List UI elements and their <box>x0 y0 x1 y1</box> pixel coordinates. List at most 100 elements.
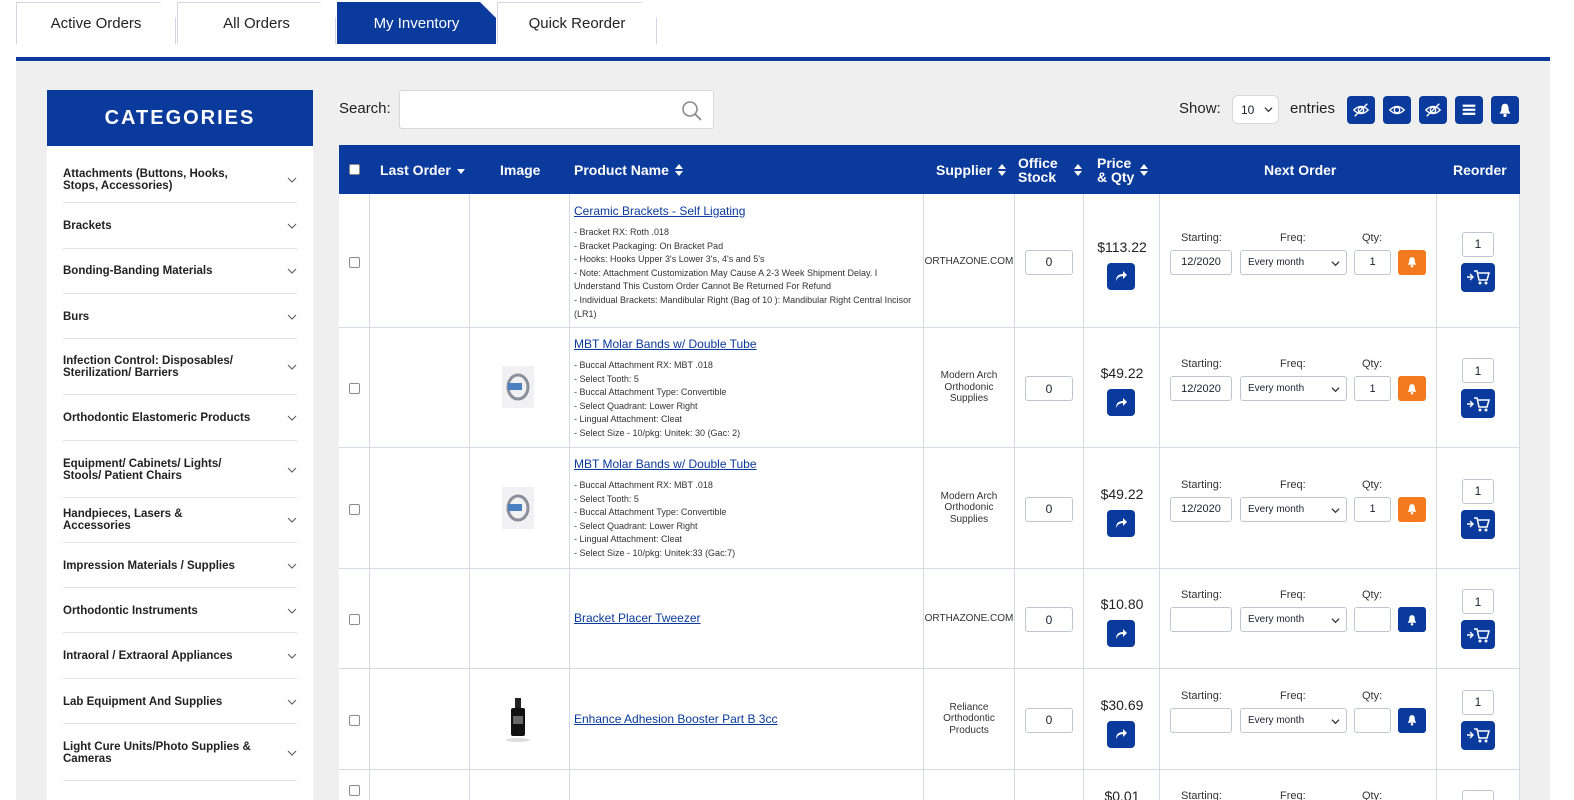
reminder-button[interactable] <box>1398 707 1426 733</box>
show-columns-button[interactable] <box>1383 96 1411 124</box>
starting-label: Starting: <box>1181 478 1222 491</box>
next-qty-input[interactable] <box>1354 707 1391 733</box>
add-to-cart-button[interactable] <box>1461 620 1495 649</box>
starting-date-input[interactable] <box>1170 607 1232 632</box>
cart-icon <box>1467 728 1490 743</box>
col-price-qty[interactable]: Price & Qty <box>1097 145 1149 194</box>
add-to-cart-button[interactable] <box>1461 389 1495 418</box>
reorder-qty-input[interactable]: 1 <box>1462 231 1494 257</box>
entries-select[interactable]: 10 <box>1232 95 1279 124</box>
category-item[interactable]: Equipment/ Cabinets/ Lights/ Stools/ Pat… <box>63 442 297 498</box>
list-view-button[interactable] <box>1455 96 1483 124</box>
add-to-cart-button[interactable] <box>1461 509 1495 539</box>
row-checkbox[interactable] <box>349 383 360 394</box>
product-name-link[interactable]: Ceramic Brackets - Self Ligating <box>574 204 745 218</box>
starting-date-input[interactable]: 12/2020 <box>1170 496 1232 522</box>
reminder-button[interactable] <box>1398 496 1426 522</box>
frequency-select[interactable]: Every month <box>1240 707 1347 733</box>
reorder-qty-input[interactable]: 1 <box>1462 358 1494 383</box>
office-stock-input[interactable]: 0 <box>1025 607 1073 632</box>
col-label: Office Stock <box>1018 156 1058 184</box>
row-checkbox[interactable] <box>349 503 360 515</box>
cart-icon <box>1467 517 1490 532</box>
category-item[interactable]: Intraoral / Extraoral Appliances <box>63 634 297 679</box>
category-item[interactable]: Burs <box>63 295 297 339</box>
tab-all-orders[interactable]: All Orders <box>177 2 336 44</box>
category-item[interactable]: Attachments (Buttons, Hooks, Stops, Acce… <box>63 158 297 203</box>
search-icon[interactable] <box>681 100 703 122</box>
notifications-button[interactable] <box>1491 96 1519 124</box>
share-button[interactable] <box>1107 620 1135 647</box>
share-button[interactable] <box>1107 262 1135 290</box>
col-office-stock[interactable]: Office Stock <box>1018 145 1082 194</box>
category-item[interactable]: Lab Equipment And Supplies <box>63 680 297 724</box>
product-name-link[interactable]: MBT Molar Bands w/ Double Tube <box>574 457 757 471</box>
starting-date-input[interactable]: 12/2020 <box>1170 376 1232 401</box>
category-item[interactable]: Orthodontic Instruments <box>63 589 297 633</box>
row-checkbox[interactable] <box>349 614 360 625</box>
category-item[interactable]: Handpieces, Lasers & Accessories <box>63 498 297 543</box>
next-qty-input[interactable] <box>1354 607 1391 632</box>
frequency-select[interactable]: Every month <box>1240 376 1347 401</box>
reminder-button[interactable] <box>1398 249 1426 275</box>
col-supplier[interactable]: Supplier <box>936 145 1007 194</box>
starting-date-input[interactable]: 12/2020 <box>1170 249 1232 275</box>
col-last-order[interactable]: Last Order <box>380 145 465 194</box>
product-option: - Buccal Attachment RX: MBT .018 <box>574 360 713 370</box>
reorder-qty-input[interactable]: 1 <box>1462 689 1494 715</box>
hide-columns-button[interactable] <box>1347 96 1375 124</box>
select-all-checkbox[interactable] <box>349 164 360 175</box>
next-qty-input[interactable]: 1 <box>1354 249 1391 275</box>
add-to-cart-button[interactable] <box>1461 720 1495 750</box>
category-label: Orthodontic Instruments <box>63 604 198 617</box>
share-button[interactable] <box>1107 509 1135 537</box>
office-stock-input[interactable]: 0 <box>1025 707 1073 733</box>
share-button[interactable] <box>1107 720 1135 748</box>
category-item[interactable]: Light Cure Units/Photo Supplies & Camera… <box>63 725 297 781</box>
category-item[interactable]: Brackets <box>63 204 297 249</box>
next-qty-input[interactable]: 1 <box>1354 496 1391 522</box>
reorder-qty-input[interactable]: 1 <box>1462 478 1494 504</box>
chevron-down-icon <box>1331 718 1340 724</box>
product-option: - Note: Attachment Customization May Cau… <box>574 267 878 292</box>
tab-my-inventory[interactable]: My Inventory <box>337 2 496 44</box>
row-checkbox[interactable] <box>349 785 360 796</box>
product-option: - Select Tooth: 5 <box>574 373 639 384</box>
search-input[interactable] <box>400 91 660 128</box>
reorder-qty-input[interactable] <box>1462 790 1494 800</box>
category-item[interactable]: Orthodontic Elastomeric Products <box>63 396 297 441</box>
category-item[interactable]: Infection Control: Disposables/ Steriliz… <box>63 340 297 395</box>
tab-quick-reorder[interactable]: Quick Reorder <box>497 2 657 44</box>
product-name-link[interactable]: Bracket Placer Tweezer <box>574 611 701 625</box>
category-item[interactable]: Impression Materials / Supplies <box>63 544 297 588</box>
product-name-link[interactable]: MBT Molar Bands w/ Double Tube <box>574 337 757 351</box>
next-qty-input[interactable]: 1 <box>1354 376 1391 401</box>
reminder-button[interactable] <box>1398 376 1426 401</box>
row-checkbox[interactable] <box>349 256 360 268</box>
share-button[interactable] <box>1107 389 1135 416</box>
supplier-name: ORTHAZONE.COM <box>924 613 1014 624</box>
chevron-down-icon <box>287 268 297 274</box>
reminder-button[interactable] <box>1398 607 1426 632</box>
row-checkbox[interactable] <box>349 714 360 726</box>
office-stock-input[interactable]: 0 <box>1025 376 1073 401</box>
reorder-qty-input[interactable]: 1 <box>1462 589 1494 614</box>
cart-icon <box>1467 627 1490 642</box>
frequency-select[interactable]: Every month <box>1240 607 1347 632</box>
tab-active-orders[interactable]: Active Orders <box>16 2 176 44</box>
col-product-name[interactable]: Product Name <box>574 145 683 194</box>
frequency-select[interactable]: Every month <box>1240 496 1347 522</box>
office-stock-input[interactable]: 0 <box>1025 249 1073 275</box>
product-name-link[interactable]: Enhance Adhesion Booster Part B 3cc <box>574 712 777 726</box>
frequency-select[interactable]: Every month <box>1240 249 1347 275</box>
frequency-value: Every month <box>1248 383 1305 394</box>
office-stock-input[interactable]: 0 <box>1025 496 1073 522</box>
product-option: - Individual Brackets: Mandibular Right … <box>574 294 912 319</box>
entries-select-value: 10 <box>1241 102 1255 117</box>
chevron-down-icon <box>287 563 297 569</box>
category-item[interactable]: Bonding-Banding Materials <box>63 249 297 294</box>
hide-rows-button[interactable] <box>1419 96 1447 124</box>
add-to-cart-button[interactable] <box>1461 262 1495 292</box>
bell-icon <box>1407 504 1417 515</box>
starting-date-input[interactable] <box>1170 707 1232 733</box>
